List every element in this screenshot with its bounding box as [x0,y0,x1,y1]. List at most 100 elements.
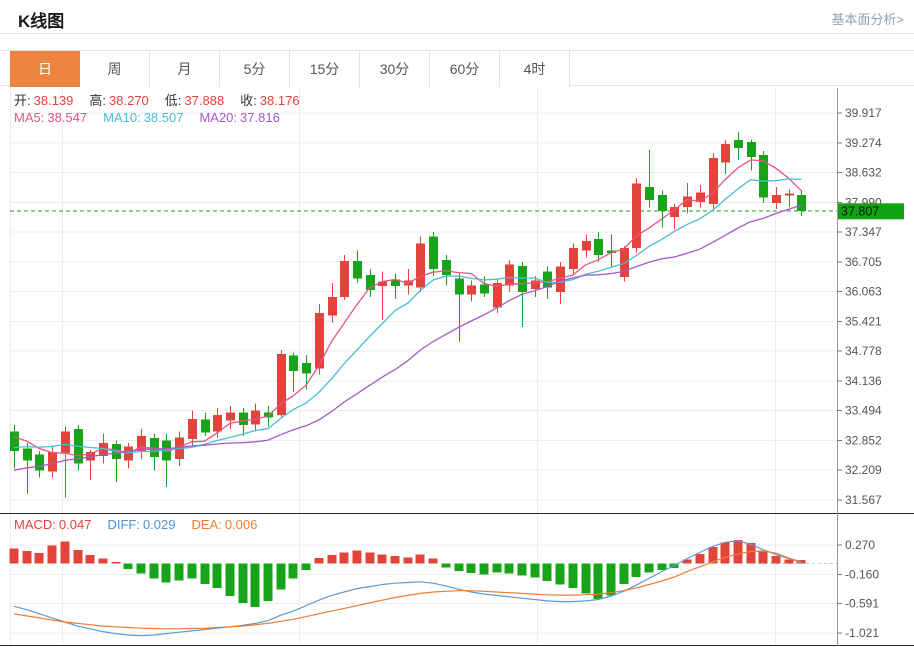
macd-hist-bar [48,546,57,564]
tab-15min[interactable]: 15分 [290,51,360,87]
page-title: K线图 [18,7,64,32]
macd-hist-bar [645,563,654,572]
tab-5min[interactable]: 5分 [220,51,290,87]
macd-row-macd: MACD:0.047 [14,517,91,532]
macd-hist-bar [226,563,235,596]
macd-hist-bar [86,555,95,563]
macd-hist-bar [493,563,502,572]
ma10-line [14,179,801,453]
tab-month[interactable]: 月 [150,51,220,87]
candle-body [709,158,718,204]
y-axis-label: 34.136 [845,374,882,388]
ma-row: MA5:38.547MA10:38.507MA20:37.816 [14,110,296,125]
macd-hist-bar [353,550,362,563]
candle-body [48,452,57,471]
tab-week[interactable]: 周 [80,51,150,87]
macd-hist-bar [607,563,616,595]
macd-hist-bar [315,558,324,563]
macd-hist-bar [112,562,121,563]
candle-body [239,413,248,426]
macd-hist-bar [455,563,464,570]
candle-body [23,448,32,460]
candle-body [340,261,349,297]
ohlc-row-high: 高:38.270 [89,90,148,109]
macd-hist-bar [340,552,349,563]
tab-30min[interactable]: 30分 [360,51,430,87]
y-axis-label: 32.852 [845,433,882,447]
y-axis-label: 33.494 [845,404,882,418]
y-axis-label: 39.917 [845,106,882,120]
candle-body [378,282,387,287]
ma20-line [14,205,801,470]
y-axis-label: 35.421 [845,314,882,328]
macd-hist-bar [531,563,540,577]
macd-row-diff: DIFF:0.029 [107,517,175,532]
ohlc-row-low: 低:37.888 [165,90,224,109]
ma-row-ma5: MA5:38.547 [14,110,87,125]
macd-hist-bar [188,563,197,578]
ma-row-ma10: MA10:38.507 [103,110,183,125]
macd-hist-bar [404,557,413,563]
macd-hist-bar [518,563,527,575]
candle-body [518,266,527,292]
candle-body [302,363,311,373]
macd-hist-bar [582,563,591,593]
candle-body [201,420,210,433]
macd-hist-bar [124,563,133,568]
candle-body [505,264,514,285]
candle-body [594,239,603,255]
y-axis-label: 36.705 [845,255,882,269]
macd-hist-bar [543,563,552,581]
macd-hist-bar [74,550,83,564]
macd-hist-bar [366,552,375,563]
ohlc-row: 开:38.139 高:38.270 低:37.888 收:38.176 [14,90,316,109]
kline-page: K线图 基本面分析> 日周月5分15分30分60分4时 39.91739.274… [0,0,914,647]
macd-hist-bar [632,563,641,577]
macd-hist-bar [772,556,781,563]
candle-body [328,297,337,316]
y-axis-label: 0.270 [845,538,875,552]
tab-day[interactable]: 日 [10,51,80,87]
macd-hist-bar [213,563,222,588]
y-axis-label: 34.778 [845,344,882,358]
period-tabs: 日周月5分15分30分60分4时 [0,50,914,86]
candle-body [455,278,464,294]
candle-body [772,195,781,203]
diff-line [14,541,801,636]
macd-hist-bar [620,563,629,583]
y-axis-label: 31.567 [845,493,882,507]
macd-hist-bar [289,563,298,578]
candle-body [747,142,756,157]
macd-row-dea: DEA:0.006 [191,517,257,532]
candle-body [188,419,197,439]
ohlc-row-close: 收:38.176 [240,90,299,109]
macd-hist-bar [35,553,44,563]
tab-60min[interactable]: 60分 [430,51,500,87]
candle-body [226,413,235,421]
macd-hist-bar [759,550,768,563]
macd-hist-bar [264,563,273,600]
macd-hist-bar [505,563,514,573]
macd-hist-bar [201,563,210,583]
macd-hist-bar [61,542,70,564]
y-axis-label: 38.632 [845,166,882,180]
tab-4hour[interactable]: 4时 [500,51,570,87]
candle-body [658,195,667,211]
candle-body [645,187,654,200]
y-axis-label: -0.160 [845,567,879,581]
macd-hist-bar [277,563,286,589]
fundamental-analysis-link[interactable]: 基本面分析> [831,9,904,28]
candle-body [797,195,806,211]
y-axis-label: -1.021 [845,626,879,640]
macd-hist-bar [23,551,32,563]
candle-body [353,261,362,278]
candle-body [429,237,438,269]
candle-body [213,415,222,431]
y-axis-label: 37.347 [845,225,882,239]
macd-hist-bar [480,563,489,574]
ohlc-row-open: 开:38.139 [14,90,73,109]
candle-body [35,454,44,470]
macd-hist-bar [556,563,565,584]
macd-hist-bar [99,559,108,564]
candle-body [785,194,794,196]
